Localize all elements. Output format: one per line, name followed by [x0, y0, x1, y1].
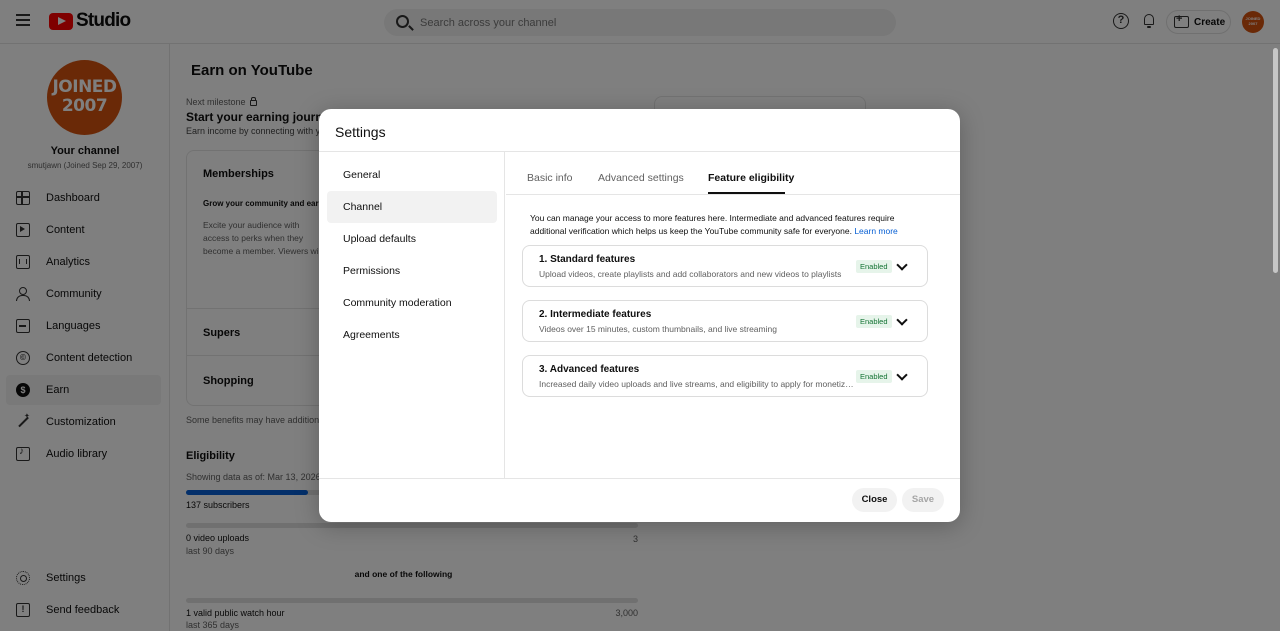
feature-title: 2. Intermediate features — [539, 309, 652, 320]
learn-more-link[interactable]: Learn more — [854, 226, 897, 236]
tab-basic-info[interactable]: Basic info — [527, 172, 573, 184]
settings-nav-general[interactable]: General — [327, 159, 497, 191]
active-tab-indicator — [708, 192, 785, 194]
feature-info-text: You can manage your access to more featu… — [530, 212, 920, 238]
status-badge: Enabled — [856, 260, 892, 273]
chevron-down-icon[interactable] — [896, 369, 908, 381]
settings-dialog: Settings General Channel Upload defaults… — [319, 109, 960, 522]
settings-nav-agreements[interactable]: Agreements — [327, 319, 497, 351]
chevron-down-icon[interactable] — [896, 314, 908, 326]
feature-advanced[interactable]: 3. Advanced features Increased daily vid… — [522, 355, 928, 397]
tab-advanced-settings[interactable]: Advanced settings — [598, 172, 684, 184]
settings-nav: General Channel Upload defaults Permissi… — [319, 152, 505, 478]
status-badge: Enabled — [856, 315, 892, 328]
page-scrollbar[interactable] — [1273, 48, 1278, 273]
settings-nav-channel[interactable]: Channel — [327, 191, 497, 223]
divider — [319, 478, 960, 479]
status-badge: Enabled — [856, 370, 892, 383]
settings-nav-community-moderation[interactable]: Community moderation — [327, 287, 497, 319]
feature-intermediate[interactable]: 2. Intermediate features Videos over 15 … — [522, 300, 928, 342]
tab-feature-eligibility[interactable]: Feature eligibility — [708, 172, 794, 184]
info-text-body: You can manage your access to more featu… — [530, 213, 895, 236]
chevron-down-icon[interactable] — [896, 259, 908, 271]
feature-standard[interactable]: 1. Standard features Upload videos, crea… — [522, 245, 928, 287]
feature-description: Videos over 15 minutes, custom thumbnail… — [539, 324, 777, 334]
dialog-title: Settings — [335, 124, 386, 140]
feature-description: Upload videos, create playlists and add … — [539, 269, 842, 279]
settings-nav-upload-defaults[interactable]: Upload defaults — [327, 223, 497, 255]
save-button[interactable]: Save — [902, 488, 944, 512]
close-button[interactable]: Close — [852, 488, 897, 512]
settings-content: Basic info Advanced settings Feature eli… — [506, 152, 960, 478]
feature-description: Increased daily video uploads and live s… — [539, 379, 855, 389]
feature-title: 3. Advanced features — [539, 364, 640, 375]
tab-bar: Basic info Advanced settings Feature eli… — [506, 152, 960, 195]
feature-title: 1. Standard features — [539, 254, 636, 265]
settings-nav-permissions[interactable]: Permissions — [327, 255, 497, 287]
